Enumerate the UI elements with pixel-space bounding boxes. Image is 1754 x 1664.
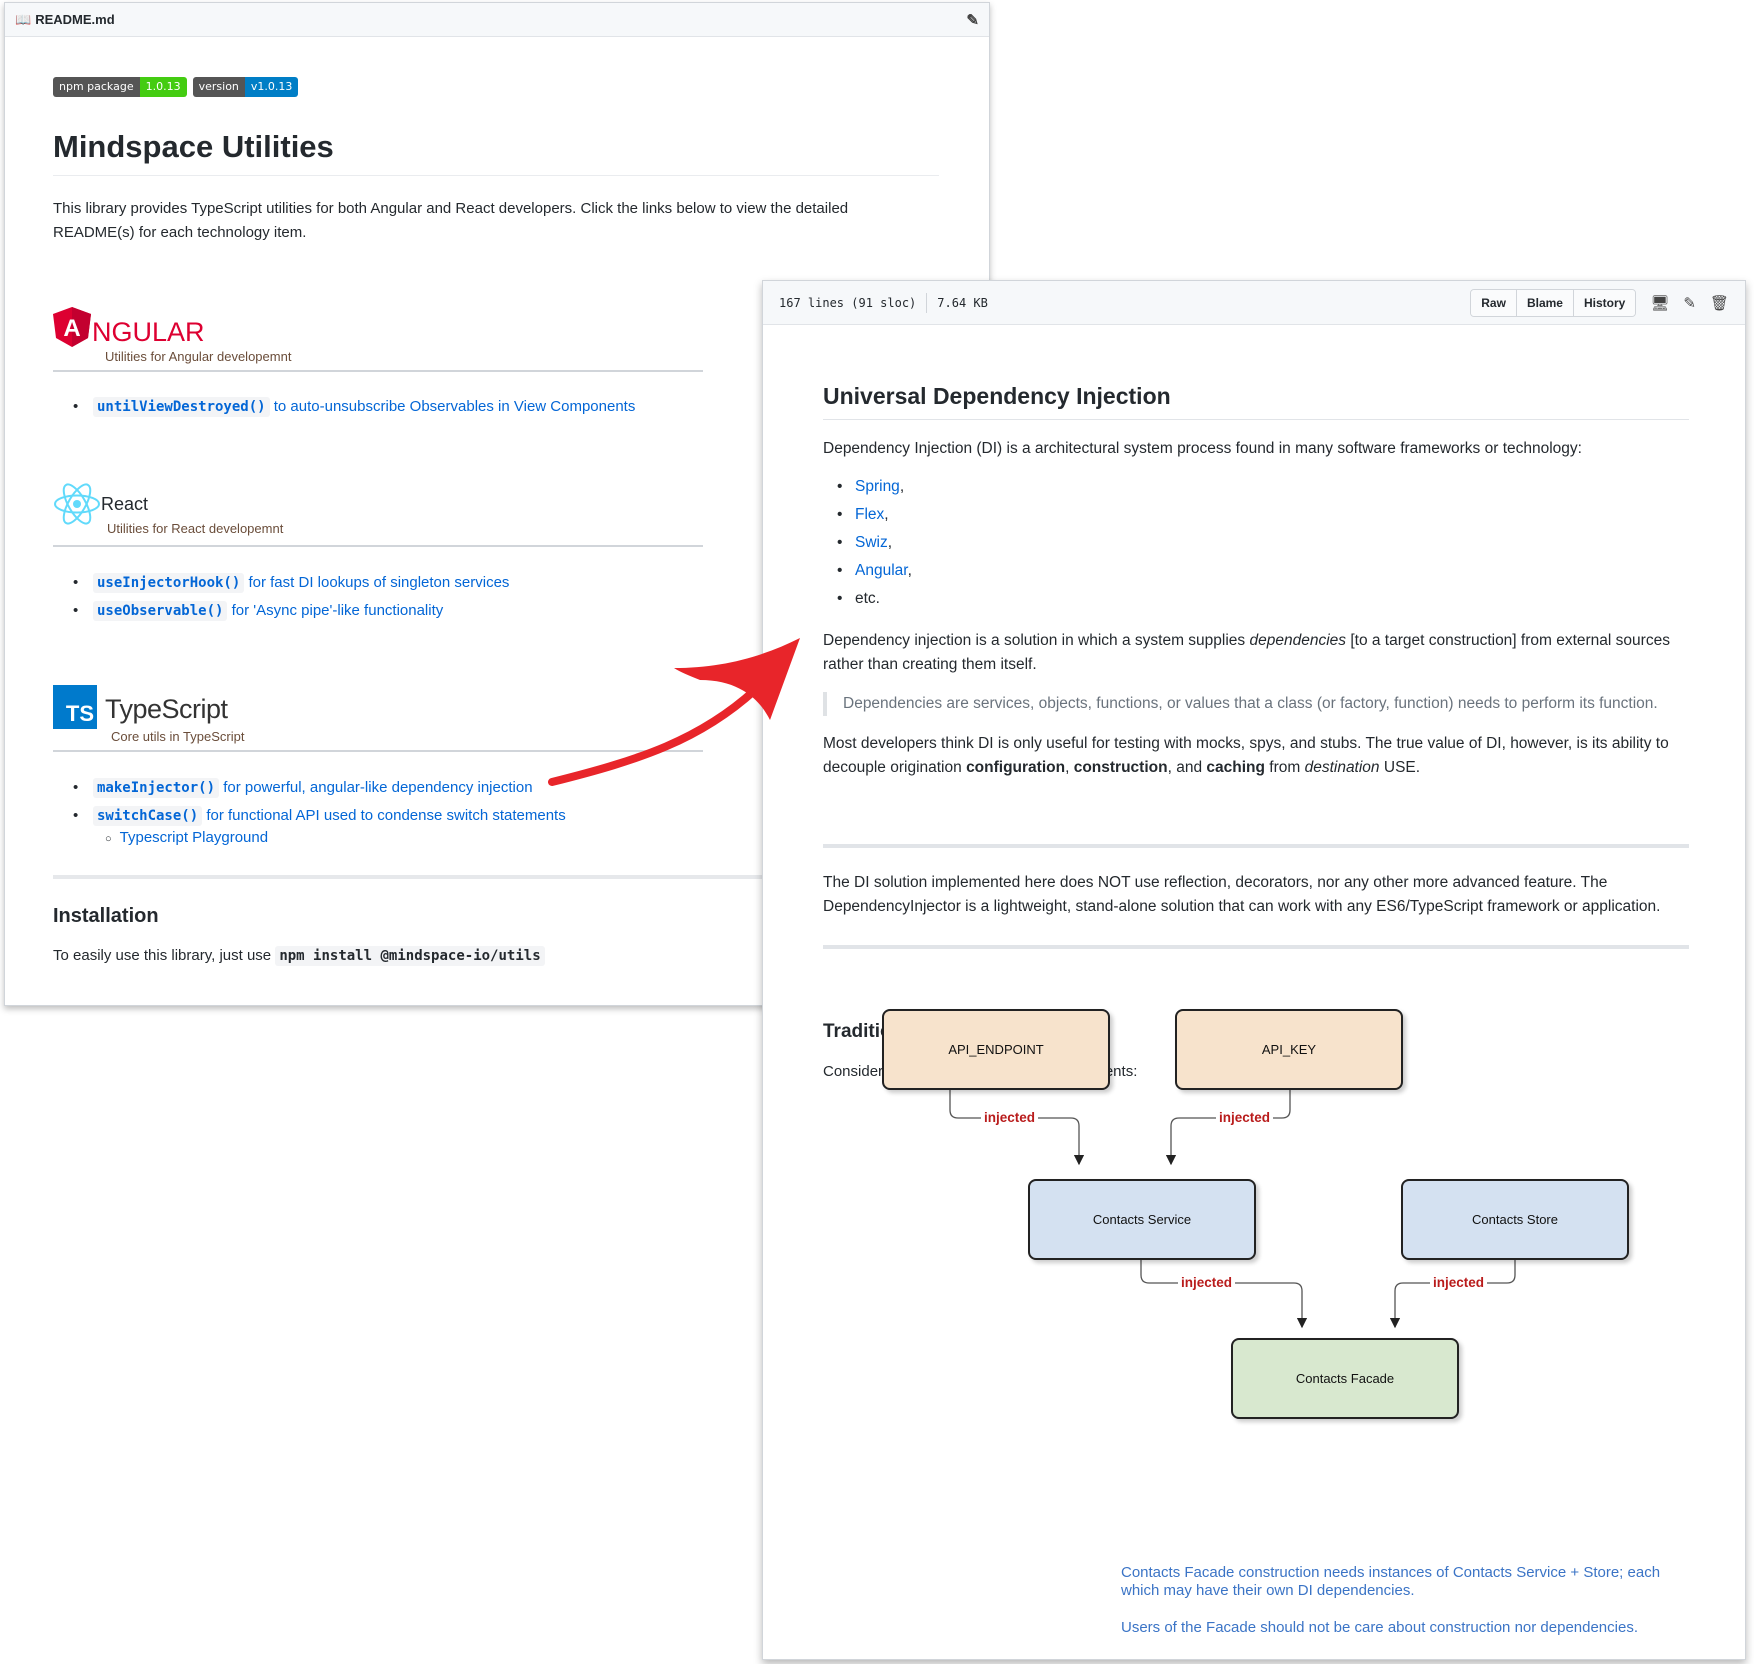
install-command: npm install @mindspace-io/utils (275, 946, 545, 966)
version-badge[interactable]: version v1.0.13 (192, 77, 299, 97)
react-icon (54, 483, 100, 525)
injected-label: injected (1216, 1110, 1274, 1125)
list-item: untilViewDestroyed() to auto-unsubscribe… (71, 393, 635, 421)
typescript-divider (53, 750, 703, 752)
api-endpoint-box: API_ENDPOINT (882, 1009, 1110, 1090)
badge-value: 1.0.13 (139, 77, 187, 97)
react-divider (53, 545, 703, 547)
installation-sentence: To easily use this library, just use (53, 947, 272, 964)
diagram-note: Contacts Facade construction needs insta… (1121, 1564, 1661, 1599)
angular-divider (53, 370, 703, 372)
diagram-note: Users of the Facade should not be care a… (1121, 1619, 1638, 1636)
page-title: Mindspace Utilities (53, 129, 334, 164)
list-item-text[interactable]: for 'Async pipe'-like functionality (232, 602, 444, 619)
list-item-text[interactable]: to auto-unsubscribe Observables in View … (274, 398, 636, 415)
diagram-connectors (949, 1081, 1516, 1329)
angular-icon: A (53, 307, 91, 347)
angular-subtitle: Utilities for Angular developemnt (105, 349, 292, 364)
use-observable-link[interactable]: useObservable() (93, 601, 228, 621)
list-item: switchCase() for functional API used to … (71, 802, 566, 830)
installation-title: Installation (53, 905, 159, 927)
typescript-name: TypeScript (105, 694, 228, 724)
typescript-playground-link[interactable]: Typescript Playground (120, 829, 268, 846)
badge-label: npm package (53, 77, 140, 97)
readme-header: 📖 README.md ✎ (5, 3, 989, 37)
injected-label: injected (981, 1110, 1039, 1125)
react-name: React (101, 494, 149, 514)
typescript-list: makeInjector() for powerful, angular-lik… (71, 774, 566, 830)
api-key-box: API_KEY (1175, 1009, 1403, 1090)
angular-list: untilViewDestroyed() to auto-unsubscribe… (71, 393, 635, 421)
angular-logo: A NGULAR (53, 307, 205, 347)
react-list: useInjectorHook() for fast DI lookups of… (71, 569, 509, 625)
switch-case-link[interactable]: switchCase() (93, 806, 203, 826)
intro-text: This library provides TypeScript utiliti… (53, 200, 849, 241)
until-view-destroyed-link[interactable]: untilViewDestroyed() (93, 397, 270, 417)
svg-text:A: A (63, 315, 80, 342)
pencil-icon[interactable]: ✎ (966, 11, 979, 29)
typescript-subtitle: Core utils in TypeScript (111, 729, 245, 744)
installation-divider (53, 875, 773, 879)
typescript-logo: TS TypeScript (53, 685, 228, 729)
injected-label: injected (1178, 1275, 1236, 1290)
injected-label: injected (1430, 1275, 1488, 1290)
angular-wordmark: NGULAR (92, 317, 205, 347)
list-item-text[interactable]: for fast DI lookups of singleton service… (248, 574, 509, 591)
circle-bullet-icon: ○ (105, 833, 112, 845)
npm-badge[interactable]: npm package 1.0.13 (53, 77, 187, 97)
title-divider (53, 175, 939, 176)
contacts-store-box: Contacts Store (1401, 1179, 1629, 1260)
badge-label: version (192, 77, 245, 97)
contacts-service-box: Contacts Service (1028, 1179, 1256, 1260)
badges: npm package 1.0.13 version v1.0.13 (53, 77, 299, 97)
file-view-panel: 167 lines (91 sloc) 7.64 KB Raw Blame Hi… (762, 280, 1746, 1660)
installation-text: To easily use this library, just use npm… (53, 946, 545, 966)
typescript-icon: TS (53, 685, 97, 729)
make-injector-link[interactable]: makeInjector() (93, 778, 220, 798)
sub-list-item: ○ Typescript Playground (105, 829, 268, 846)
list-item: useObservable() for 'Async pipe'-like fu… (71, 597, 509, 625)
contacts-facade-box: Contacts Facade (1231, 1338, 1459, 1419)
list-item-text[interactable]: for powerful, angular-like dependency in… (223, 779, 532, 796)
list-item: useInjectorHook() for fast DI lookups of… (71, 569, 509, 597)
badge-value: v1.0.13 (244, 77, 299, 97)
use-injector-hook-link[interactable]: useInjectorHook() (93, 573, 245, 593)
readme-filename: README.md (35, 12, 115, 27)
book-icon: 📖 (15, 11, 32, 27)
react-subtitle: Utilities for React developemnt (107, 521, 284, 536)
list-item: makeInjector() for powerful, angular-lik… (71, 774, 566, 802)
list-item-text[interactable]: for functional API used to condense swit… (206, 807, 565, 824)
